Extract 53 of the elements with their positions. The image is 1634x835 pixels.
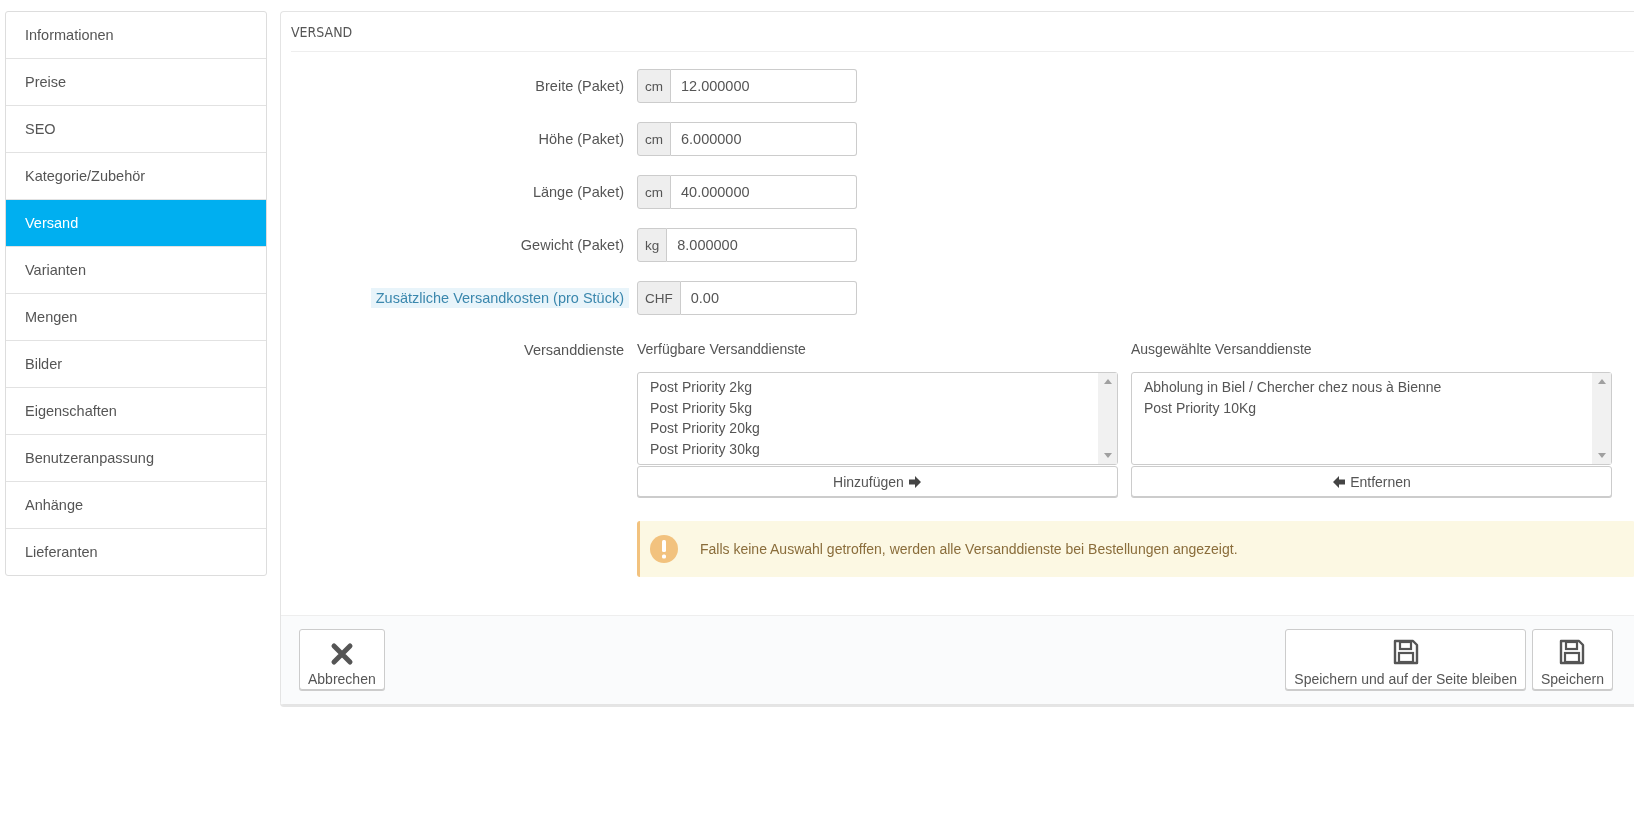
list-option[interactable]: Post Priority 20kg xyxy=(650,418,1086,439)
unit-addon: cm xyxy=(637,69,671,103)
field-label: Höhe (Paket) xyxy=(537,130,625,149)
scroll-up-icon[interactable] xyxy=(1597,379,1606,384)
add-button[interactable]: Hinzufügen xyxy=(637,466,1118,497)
arrow-left-icon xyxy=(1332,474,1347,489)
sidebar-item[interactable]: Informationen xyxy=(6,12,266,59)
list-option[interactable]: Post Priority 2kg xyxy=(650,377,1086,398)
unit-addon: cm xyxy=(637,175,671,209)
list-box[interactable]: Abholung in Biel / Chercher chez nous à Bienne Post Priority 10Kg xyxy=(1131,372,1612,465)
sidebar-item[interactable]: Lieferanten xyxy=(6,529,266,575)
input-field[interactable]: 0.00 xyxy=(680,281,857,315)
save-and-stay-button[interactable]: Speichern und auf der Seite bleiben xyxy=(1285,629,1526,690)
sidebar-item[interactable]: Varianten xyxy=(6,247,266,294)
save-button[interactable]: Speichern xyxy=(1531,629,1613,690)
input-field[interactable]: 6.000000 xyxy=(671,122,857,156)
sidebar-item[interactable]: Preise xyxy=(6,59,266,106)
list-title: Ausgewählte Versanddienste xyxy=(1131,341,1313,357)
input-field[interactable]: 8.000000 xyxy=(667,228,857,262)
scrollbar[interactable] xyxy=(1592,373,1611,464)
scroll-down-icon[interactable] xyxy=(1597,453,1606,458)
list-box[interactable]: Post Priority 2kg Post Priority 5kg Post Priority 20kg Post Priority 30kg xyxy=(637,372,1118,465)
input-field[interactable]: 12.000000 xyxy=(671,69,857,103)
unit-addon: cm xyxy=(637,122,671,156)
sidebar-item[interactable]: Benutzeranpassung xyxy=(6,435,266,482)
remove-button[interactable]: Entfernen xyxy=(1131,466,1612,497)
scroll-down-icon[interactable] xyxy=(1103,453,1112,458)
scrollbar[interactable] xyxy=(1098,373,1117,464)
list-title: Verfügbare Versanddienste xyxy=(637,341,807,357)
cancel-button[interactable]: Abbrechen xyxy=(299,629,385,690)
field-label: Versanddienste xyxy=(523,341,625,360)
close-icon xyxy=(329,642,354,666)
panel-title: VERSAND xyxy=(291,23,353,40)
scroll-up-icon[interactable] xyxy=(1103,379,1112,384)
list-option[interactable]: Post Priority 30kg xyxy=(650,438,1086,459)
unit-addon: CHF xyxy=(637,281,681,315)
sidebar-item[interactable]: Mengen xyxy=(6,294,266,341)
alert-text: Falls keine Auswahl getroffen, werden alle Versanddienste bei Bestellungen angezeigt. xyxy=(700,541,1238,557)
unit-addon: kg xyxy=(637,228,668,262)
list-option[interactable]: Post Priority 10Kg xyxy=(1144,397,1580,418)
input-field[interactable]: 40.000000 xyxy=(671,175,857,209)
list-option[interactable]: Abholung in Biel / Chercher chez nous à Bienne xyxy=(1144,377,1580,398)
sidebar-item[interactable]: Bilder xyxy=(6,341,266,388)
field-label: Gewicht (Paket) xyxy=(519,236,625,255)
field-label: Länge (Paket) xyxy=(531,183,625,202)
arrow-right-icon xyxy=(907,474,922,489)
field-label: Breite (Paket) xyxy=(534,77,625,96)
warning-icon xyxy=(650,535,678,563)
sidebar-item[interactable]: Eigenschaften xyxy=(6,388,266,435)
sidebar-item[interactable]: SEO xyxy=(6,106,266,153)
list-option[interactable]: Post Priority 5kg xyxy=(650,397,1086,418)
field-label: Zusätzliche Versandkosten (pro Stück) xyxy=(370,288,629,308)
sidebar-item[interactable]: Anhänge xyxy=(6,482,266,529)
